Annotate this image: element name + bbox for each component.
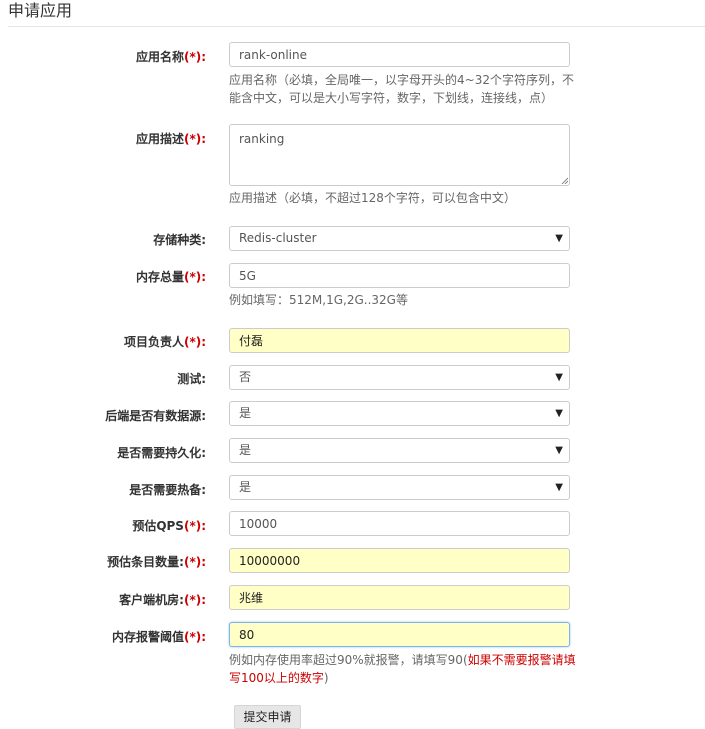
hot-standby-value: 是 — [239, 480, 252, 494]
caret-down-icon: ▼ — [555, 445, 563, 456]
app-name-label: 应用名称(*): — [135, 50, 206, 64]
client-room-label: 客户端机房:(*): — [119, 593, 206, 607]
test-select[interactable]: 否 ▼ — [229, 365, 570, 390]
caret-down-icon: ▼ — [555, 482, 563, 493]
storage-type-label: 存储种类: — [153, 233, 206, 247]
app-desc-label: 应用描述(*): — [135, 132, 206, 146]
resize-grip-icon[interactable] — [561, 177, 568, 184]
app-desc-textarea[interactable]: ranking — [229, 124, 570, 186]
test-label: 测试: — [177, 372, 206, 386]
entries-label: 预估条目数量:(*): — [107, 555, 206, 569]
mem-alarm-label: 内存报警阈值(*): — [111, 630, 206, 644]
caret-down-icon: ▼ — [555, 233, 563, 244]
qps-input[interactable] — [229, 511, 570, 536]
mem-alarm-help: 例如内存使用率超过90%就报警，请填写90(如果不需要报警请填写100以上的数字… — [229, 653, 576, 685]
memory-total-help: 例如填写：512M,1G,2G..32G等 — [229, 293, 408, 307]
caret-down-icon: ▼ — [555, 408, 563, 419]
backend-source-select[interactable]: 是 ▼ — [229, 401, 570, 426]
storage-type-select[interactable]: Redis-cluster ▼ — [229, 226, 570, 251]
owner-input[interactable] — [229, 328, 570, 353]
persistence-label: 是否需要持久化: — [117, 446, 206, 460]
app-desc-help: 应用描述（必填，不超过128个字符，可以包含中文） — [229, 191, 516, 205]
app-name-input[interactable] — [229, 42, 570, 67]
test-value: 否 — [239, 370, 252, 384]
backend-source-label: 后端是否有数据源: — [105, 409, 206, 423]
qps-label: 预估QPS(*): — [132, 519, 206, 533]
app-name-help: 应用名称（必填，全局唯一，以字母开头的4~32个字符序列，不能含中文，可以是大小… — [229, 73, 574, 105]
memory-total-input[interactable] — [229, 263, 570, 288]
storage-type-value: Redis-cluster — [239, 231, 317, 245]
page-title: 申请应用 — [8, 1, 73, 20]
persistence-value: 是 — [239, 443, 252, 457]
caret-down-icon: ▼ — [555, 372, 563, 383]
mem-alarm-input[interactable] — [229, 622, 570, 647]
hot-standby-label: 是否需要热备: — [129, 483, 206, 497]
persistence-select[interactable]: 是 ▼ — [229, 438, 570, 463]
owner-label: 项目负责人(*): — [123, 335, 206, 349]
title-divider — [8, 26, 705, 27]
entries-input[interactable] — [229, 548, 570, 573]
submit-button[interactable]: 提交申请 — [234, 705, 301, 729]
backend-source-value: 是 — [239, 406, 252, 420]
memory-total-label: 内存总量(*): — [135, 270, 206, 284]
hot-standby-select[interactable]: 是 ▼ — [229, 475, 570, 500]
client-room-input[interactable] — [229, 585, 570, 610]
